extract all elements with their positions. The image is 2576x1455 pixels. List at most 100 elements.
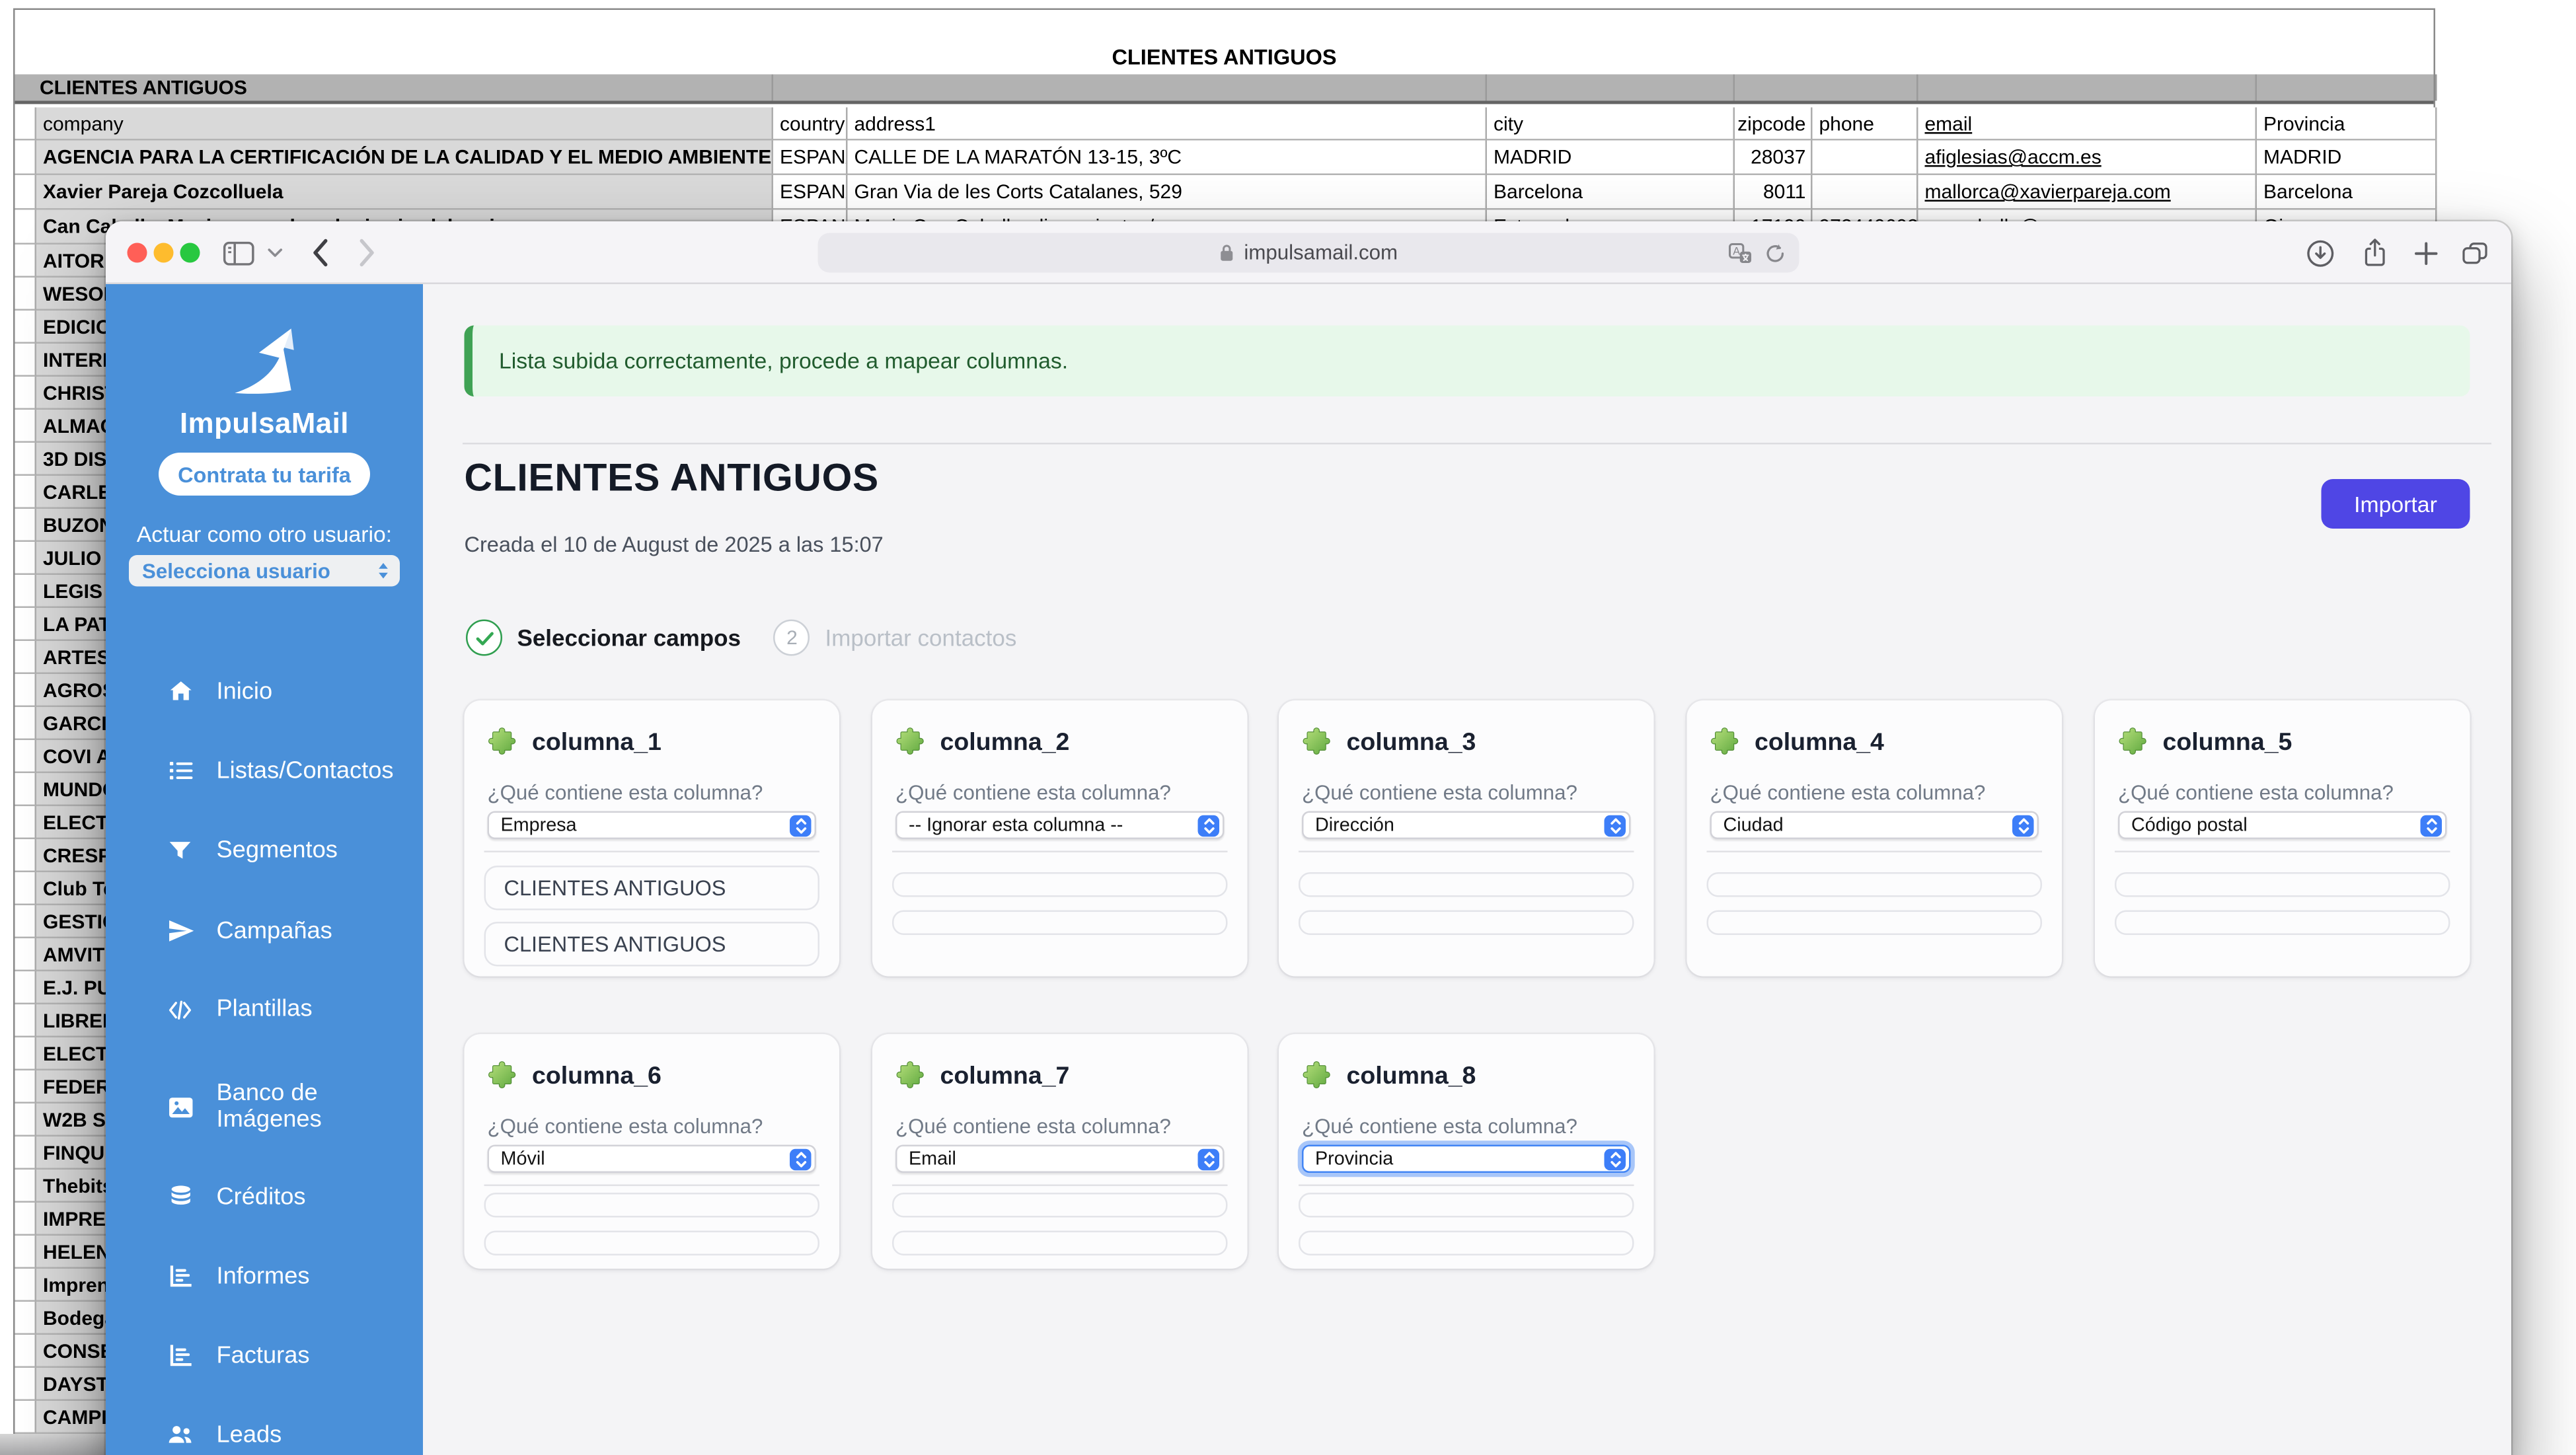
column-mapping-select[interactable]: Empresa — [488, 811, 817, 840]
puzzle-icon — [1302, 727, 1332, 757]
table-cell-prov: Provincia — [2257, 108, 2437, 141]
table-cell-a — [15, 542, 37, 575]
column-mapping-select[interactable]: -- Ignorar esta columna -- — [895, 811, 1225, 840]
select-divider — [892, 1185, 1228, 1187]
table-cell-address: CALLE DE LA MARATÓN 13-15, 3ºC — [848, 141, 1488, 176]
sidebar-item-leads[interactable]: Leads — [161, 1421, 282, 1449]
downloads-button[interactable] — [2306, 221, 2335, 284]
sidebar-item-label: Facturas — [217, 1342, 310, 1368]
column-question-label: ¿Qué contiene esta columna? — [488, 1115, 763, 1138]
share-button[interactable] — [2363, 221, 2388, 284]
sidebar-item-banco-de-im-genes[interactable]: Banco de Imágenes — [161, 1080, 322, 1133]
table-cell-city: Barcelona — [1487, 175, 1735, 210]
column-card-title: columna_5 — [2163, 727, 2292, 759]
select-divider — [2115, 851, 2450, 853]
translate-icon[interactable]: A — [1728, 233, 1753, 273]
table-cell-a — [15, 1368, 37, 1401]
select-stepper-icon — [1198, 815, 1220, 837]
table-cell-a — [15, 674, 37, 707]
table-cell-a — [15, 641, 37, 674]
sidebar-item-cr-ditos[interactable]: Créditos — [161, 1183, 306, 1211]
fullscreen-window-button[interactable] — [180, 243, 200, 263]
new-tab-button[interactable] — [2414, 221, 2439, 284]
select-stepper-icon — [1605, 815, 1626, 837]
address-bar[interactable]: impulsamail.com A — [818, 233, 1799, 273]
select-stepper-icon — [1198, 1148, 1220, 1170]
sidebar-item-label: Campañas — [217, 918, 332, 944]
sidebar-item-segmentos[interactable]: Segmentos — [161, 838, 338, 864]
column-mapping-select[interactable]: Provincia — [1302, 1145, 1631, 1174]
table-cell-a — [15, 377, 37, 410]
table-cell-city: MADRID — [1487, 141, 1735, 176]
puzzle-icon — [2118, 727, 2148, 757]
sample-value: CLIENTES ANTIGUOS — [484, 866, 820, 911]
sidebar-item-listas-contactos[interactable]: Listas/Contactos — [161, 757, 394, 785]
table-cell-a — [15, 344, 37, 377]
chevron-down-icon[interactable] — [268, 221, 283, 284]
table-cell-a — [15, 1269, 37, 1302]
table-cell-a — [15, 575, 37, 608]
sidebar-item-campa-as[interactable]: Campañas — [161, 917, 332, 946]
column-mapping-select[interactable]: Dirección — [1302, 811, 1631, 840]
step-1-check-icon — [466, 620, 502, 656]
column-card-columna_5: columna_5¿Qué contiene esta columna?Códi… — [2095, 700, 2470, 977]
sidebar-item-plantillas[interactable]: Plantillas — [161, 996, 313, 1023]
column-mapping-select[interactable]: Móvil — [488, 1145, 817, 1174]
code-icon — [161, 997, 200, 1022]
table-row: Xavier Pareja CozcolluelaESPANAGran Via … — [15, 175, 2437, 210]
sample-empty-box — [1299, 1231, 1634, 1256]
table-cell-a — [15, 1137, 37, 1170]
user-select-value: Selecciona usuario — [142, 559, 377, 582]
sidebar-item-inicio[interactable]: Inicio — [161, 677, 273, 706]
table-cell-a — [15, 773, 37, 806]
back-button[interactable] — [311, 221, 329, 284]
select-stepper-icon — [1605, 1148, 1626, 1170]
step-2-number: 2 — [774, 620, 810, 656]
table-cell-country: ESPANA — [773, 175, 848, 210]
column-card-title: columna_8 — [1347, 1061, 1476, 1092]
minimize-window-button[interactable] — [154, 243, 174, 263]
sample-empty-box — [1299, 911, 1634, 936]
table-cell-city: city — [1487, 108, 1735, 141]
select-value: Provincia — [1315, 1149, 1629, 1169]
contrata-tarifa-button[interactable]: Contrata tu tarifa — [159, 453, 370, 496]
stepper: Seleccionar campos 2 Importar contactos — [466, 620, 1016, 656]
sidebar-item-informes[interactable]: Informes — [161, 1262, 310, 1290]
table-cell-prov: MADRID — [2257, 141, 2437, 176]
column-card-title: columna_4 — [1755, 727, 1884, 759]
screenshot-stage: CLIENTES ANTIGUOS CLIENTES ANTIGUOS comp… — [0, 0, 2576, 1455]
sidebar-item-label: Banco de Imágenes — [217, 1080, 322, 1133]
column-mapping-select[interactable]: Ciudad — [1710, 811, 2039, 840]
sidebar-toggle-icon[interactable] — [223, 221, 255, 284]
reload-icon[interactable] — [1764, 233, 1786, 273]
merged-header-segment — [2257, 75, 2437, 101]
table-cell-a — [15, 608, 37, 641]
table-cell-email: afiglesias@accm.es — [1918, 141, 2257, 176]
merged-header-segment — [1735, 75, 1918, 101]
column-card-columna_7: columna_7¿Qué contiene esta columna?Emai… — [872, 1034, 1248, 1269]
user-select[interactable]: Selecciona usuario — [129, 555, 400, 587]
table-cell-a — [15, 1070, 37, 1103]
importar-button[interactable]: Importar — [2322, 479, 2470, 529]
sample-empty-box — [1707, 872, 2043, 897]
column-mapping-select[interactable]: Código postal — [2118, 811, 2447, 840]
sidebar-item-facturas[interactable]: Facturas — [161, 1341, 310, 1370]
column-question-label: ¿Qué contiene esta columna? — [895, 1115, 1171, 1138]
table-cell-a — [15, 707, 37, 740]
table-cell-phone — [1813, 175, 1918, 210]
select-divider — [1299, 1185, 1634, 1187]
column-question-label: ¿Qué contiene esta columna? — [895, 782, 1171, 805]
close-window-button[interactable] — [128, 243, 147, 263]
spreadsheet-page-title: CLIENTES ANTIGUOS — [15, 45, 2434, 70]
image-icon — [161, 1093, 200, 1121]
sidebar-item-label: Créditos — [217, 1183, 306, 1210]
table-cell-a — [15, 1302, 37, 1335]
puzzle-icon — [488, 1061, 517, 1090]
tab-overview-button[interactable] — [2462, 221, 2488, 284]
list-icon — [161, 757, 200, 785]
table-cell-zip: 8011 — [1735, 175, 1813, 210]
table-cell-a — [15, 443, 37, 476]
forward-button[interactable] — [359, 221, 377, 284]
column-mapping-select[interactable]: Email — [895, 1145, 1225, 1174]
table-cell-a — [15, 1236, 37, 1269]
